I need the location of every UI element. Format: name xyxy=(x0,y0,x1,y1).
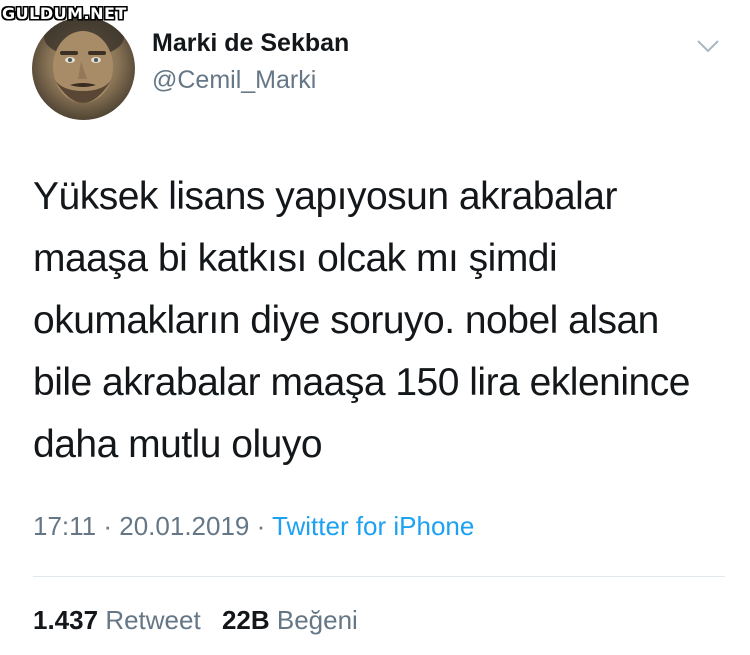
likes-count: 22B xyxy=(221,605,270,635)
tweet-line: Yüksek lisans yapıyosun akrabalar xyxy=(33,175,617,218)
tweet-line: daha mutlu oluyo xyxy=(33,423,323,466)
divider xyxy=(33,576,725,577)
likes-label: Beğeni xyxy=(276,605,358,635)
retweets-label: Retweet xyxy=(105,605,201,635)
site-watermark: GULDUM.NET xyxy=(2,4,127,23)
retweets-stat[interactable]: 1.437 Retweet xyxy=(33,605,201,636)
tweet-meta: 17:11 · 20.01.2019 · Twitter for iPhone xyxy=(33,511,474,542)
tweet-time[interactable]: 17:11 xyxy=(33,511,96,541)
retweets-count: 1.437 xyxy=(33,605,99,635)
meta-separator: · xyxy=(249,511,273,541)
tweet-stats: 1.437 Retweet 22B Beğeni xyxy=(33,605,372,636)
meta-separator: · xyxy=(96,511,120,541)
tweet-text: Yüksek lisans yapıyosun akrabalar maaşa … xyxy=(33,166,733,476)
tweet-line: maaşa bi katkısı olcak mı şimdi xyxy=(33,237,558,280)
tweet-date[interactable]: 20.01.2019 xyxy=(119,511,249,541)
author-handle[interactable]: @Cemil_Marki xyxy=(152,66,316,95)
avatar-face-image xyxy=(44,17,124,103)
tweet-line: okumakların diye soruyo. nobel alsan xyxy=(33,299,659,342)
tweet-line: bile akrabalar maaşa 150 lira eklenince xyxy=(33,361,690,404)
author-display-name[interactable]: Marki de Sekban xyxy=(152,29,349,58)
avatar[interactable] xyxy=(32,17,135,120)
chevron-down-icon[interactable] xyxy=(696,38,720,54)
likes-stat[interactable]: 22B Beğeni xyxy=(222,605,358,636)
tweet-source-link[interactable]: Twitter for iPhone xyxy=(272,511,474,541)
